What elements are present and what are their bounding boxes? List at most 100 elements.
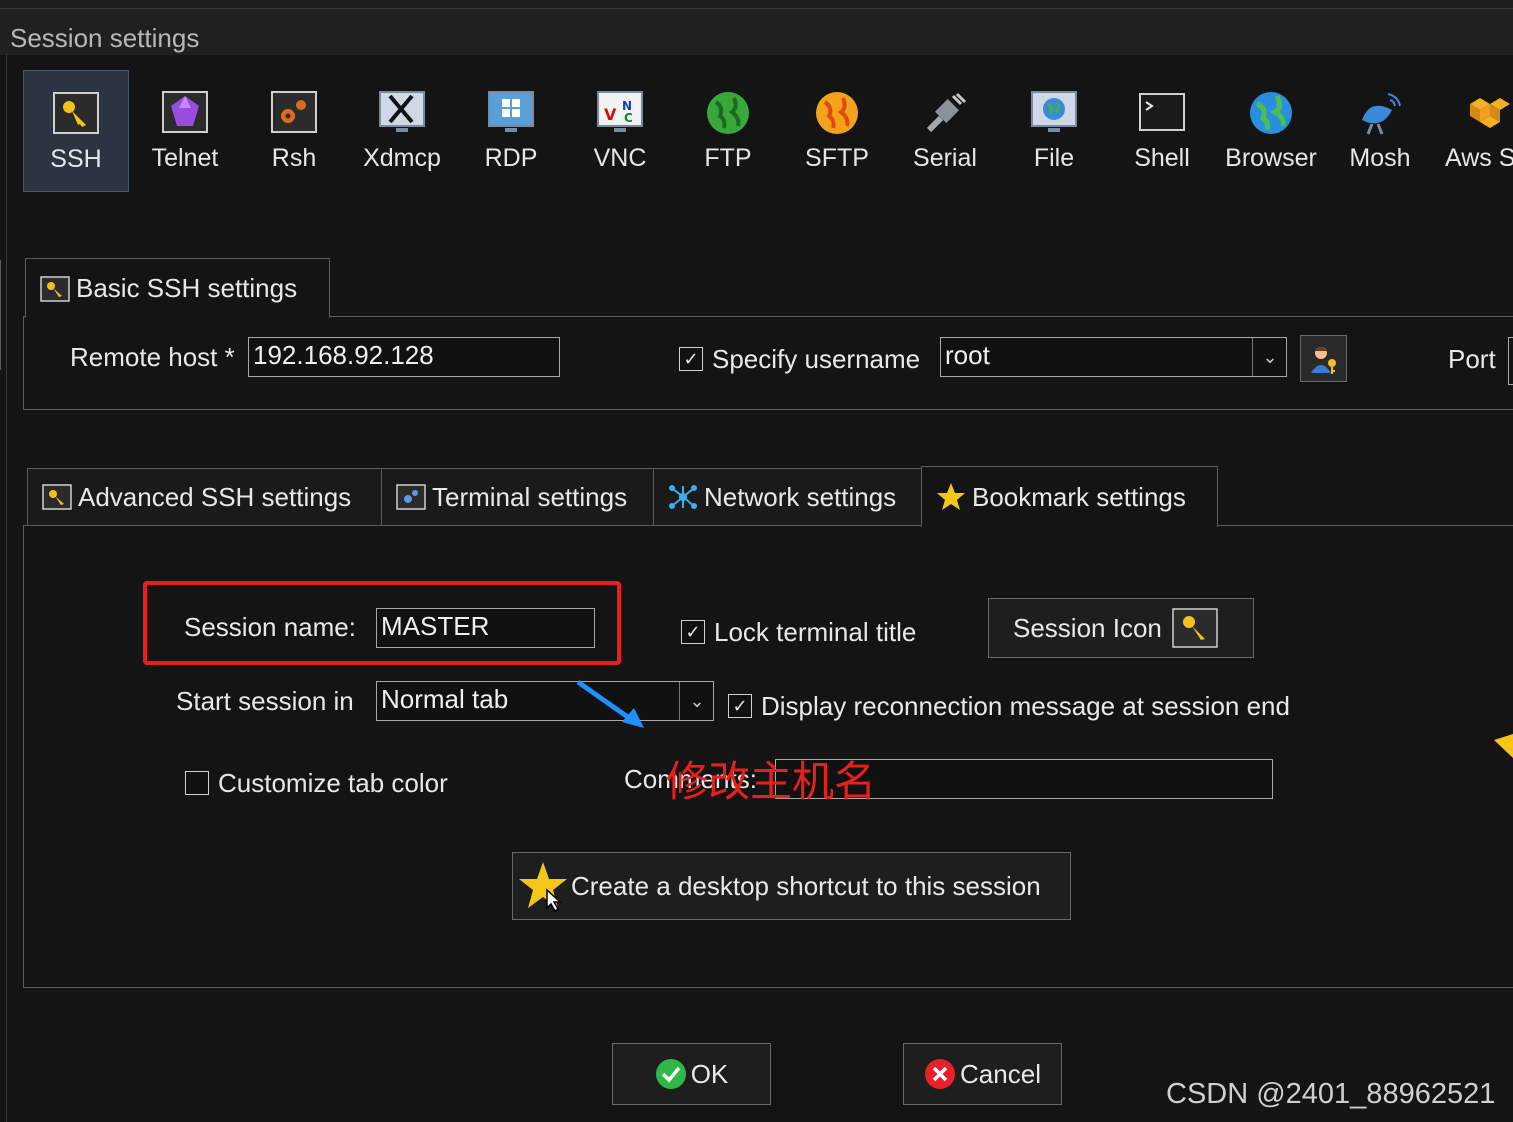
annotation-text: 修改主机名 xyxy=(666,757,877,806)
user-key-icon xyxy=(1310,346,1336,374)
create-shortcut-label: Create a desktop shortcut to this sessio… xyxy=(571,870,1041,901)
protocol-label: Mosh xyxy=(1349,144,1411,172)
left-divider xyxy=(0,260,7,370)
remote-host-input[interactable]: 192.168.92.128 xyxy=(248,337,560,377)
session-name-label: Session name: xyxy=(184,612,356,642)
aws-cubes-icon xyxy=(1470,98,1510,128)
start-session-dropdown-button[interactable]: ⌄ xyxy=(679,682,714,720)
tab-bookmark-settings[interactable]: Bookmark settings xyxy=(921,466,1218,527)
vnc-monitor-icon: V NC xyxy=(597,91,643,132)
lock-terminal-title-checkbox[interactable]: ✓ xyxy=(681,620,705,644)
rsh-gears-icon xyxy=(271,91,317,133)
tab-basic-ssh-settings[interactable]: Basic SSH settings xyxy=(25,258,330,318)
window-left-edge xyxy=(6,54,7,1122)
specify-username-label: Specify username xyxy=(712,344,921,374)
cancel-button[interactable]: Cancel xyxy=(903,1043,1062,1105)
username-select[interactable]: root xyxy=(940,337,1287,377)
protocol-rsh[interactable]: Rsh xyxy=(241,70,347,192)
port-label: Port xyxy=(1448,344,1496,374)
network-icon xyxy=(669,485,697,509)
protocol-shell[interactable]: Shell xyxy=(1109,70,1215,192)
protocol-ssh[interactable]: SSH xyxy=(23,70,129,192)
protocol-label: VNC xyxy=(593,144,647,172)
tab-terminal-settings[interactable]: Terminal settings xyxy=(381,468,654,526)
protocol-xdmcp[interactable]: Xdmcp xyxy=(349,70,455,192)
key-icon xyxy=(1172,608,1218,648)
protocol-rdp[interactable]: RDP xyxy=(458,70,564,192)
svg-text:C: C xyxy=(624,111,633,125)
annotation-arrow-icon xyxy=(576,679,644,728)
protocol-label: SSH xyxy=(50,145,102,173)
cancel-circle-icon xyxy=(925,1059,956,1089)
protocol-label: Serial xyxy=(913,144,977,172)
username-dropdown-button[interactable]: ⌄ xyxy=(1252,338,1287,376)
tab-label: Basic SSH settings xyxy=(76,273,298,303)
protocol-label: FTP xyxy=(704,144,752,172)
chevron-down-icon: ⌄ xyxy=(689,690,705,711)
key-icon xyxy=(42,484,72,510)
protocol-browser[interactable]: Browser xyxy=(1218,70,1324,192)
create-desktop-shortcut-button[interactable]: Create a desktop shortcut to this sessio… xyxy=(512,852,1071,920)
protocol-telnet[interactable]: Telnet xyxy=(132,70,238,192)
session-icon-button[interactable]: Session Icon xyxy=(988,598,1254,658)
start-session-label: Start session in xyxy=(176,686,354,716)
tab-label: Advanced SSH settings xyxy=(78,481,352,512)
protocol-ftp[interactable]: FTP xyxy=(675,70,781,192)
protocol-aws[interactable]: Aws S xyxy=(1436,70,1513,192)
user-manager-button[interactable] xyxy=(1300,335,1347,382)
display-reconnection-checkbox[interactable]: ✓ xyxy=(728,694,752,718)
check-circle-icon xyxy=(655,1059,686,1089)
protocol-serial[interactable]: Serial xyxy=(892,70,998,192)
shell-terminal-icon xyxy=(1139,93,1185,131)
protocol-label: Telnet xyxy=(151,144,219,172)
customize-tab-color-label: Customize tab color xyxy=(218,768,448,798)
edge-star-icon xyxy=(1494,734,1513,758)
ok-label: OK xyxy=(690,1058,729,1089)
protocol-label: Rsh xyxy=(271,144,317,172)
port-input[interactable] xyxy=(1508,337,1513,385)
mosh-satellite-icon xyxy=(1362,93,1401,135)
window-title: Session settings xyxy=(10,23,200,53)
session-name-input[interactable]: MASTER xyxy=(376,608,595,648)
display-reconnection-label: Display reconnection message at session … xyxy=(761,691,1290,721)
tab-label: Terminal settings xyxy=(432,481,628,512)
remote-host-label: Remote host * xyxy=(70,342,235,372)
browser-globe-icon xyxy=(1250,92,1292,134)
top-border xyxy=(0,0,1513,8)
file-monitor-globe-icon xyxy=(1031,91,1077,132)
cancel-label: Cancel xyxy=(960,1058,1041,1089)
watermark: CSDN @2401_88962521 xyxy=(1166,1078,1496,1110)
tab-network-settings[interactable]: Network settings xyxy=(653,468,922,526)
protocol-sftp[interactable]: SFTP xyxy=(784,70,890,192)
terminal-gear-icon xyxy=(396,484,426,510)
title-bar: Session settings xyxy=(0,8,1513,55)
start-session-select[interactable]: Normal tab xyxy=(376,681,714,721)
protocol-vnc[interactable]: VNC VNC xyxy=(567,70,673,192)
start-session-value: Normal tab xyxy=(381,684,509,714)
checkmark-icon: ✓ xyxy=(685,621,701,642)
ftp-globe-icon xyxy=(707,92,749,134)
protocol-label: Xdmcp xyxy=(363,144,441,172)
checkmark-icon: ✓ xyxy=(732,695,748,716)
protocol-file[interactable]: File xyxy=(1001,70,1107,192)
tab-label: Bookmark settings xyxy=(972,481,1186,512)
ok-button[interactable]: OK xyxy=(612,1043,771,1105)
chevron-down-icon: ⌄ xyxy=(1262,346,1278,367)
star-icon xyxy=(937,483,965,510)
specify-username-checkbox[interactable]: ✓ xyxy=(679,347,703,371)
lock-terminal-title-label: Lock terminal title xyxy=(714,617,917,647)
star-icon xyxy=(519,862,567,912)
protocol-mosh[interactable]: Mosh xyxy=(1327,70,1433,192)
customize-tab-color-checkbox[interactable] xyxy=(185,771,209,795)
protocol-label: Shell xyxy=(1134,144,1190,172)
key-icon xyxy=(40,275,70,302)
protocol-label: Browser xyxy=(1225,144,1317,172)
rdp-windows-monitor-icon xyxy=(488,91,534,132)
protocol-label: SFTP xyxy=(805,144,869,172)
tab-label: Network settings xyxy=(704,481,897,512)
tab-advanced-ssh-settings[interactable]: Advanced SSH settings xyxy=(27,468,382,526)
protocol-label: Aws S xyxy=(1445,144,1513,172)
session-icon-label: Session Icon xyxy=(1013,612,1162,643)
protocol-label: RDP xyxy=(484,144,538,172)
protocol-label: File xyxy=(1033,144,1075,172)
